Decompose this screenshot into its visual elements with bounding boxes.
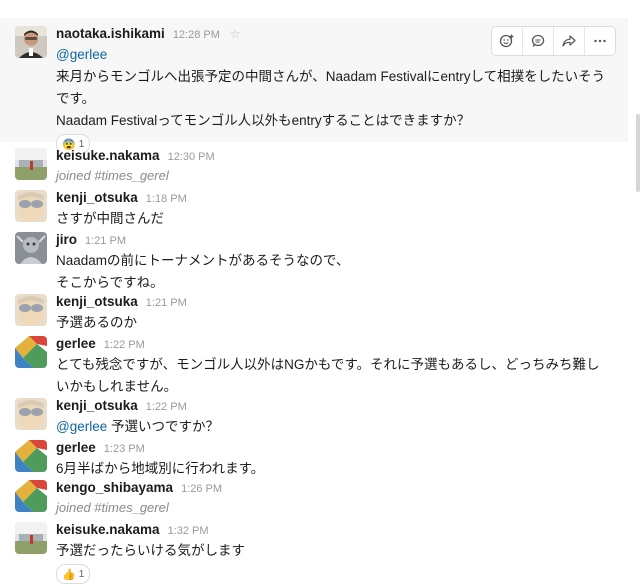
reply-thread-icon[interactable] xyxy=(523,27,554,55)
avatar[interactable] xyxy=(15,336,47,368)
message-text: 予選いつですか？ xyxy=(107,419,219,434)
avatar[interactable] xyxy=(15,148,47,180)
timestamp[interactable]: 1:21 PM xyxy=(85,235,126,247)
message-item[interactable]: gerlee 1:22 PM とても残念ですが、モンゴル人以外はNGかもです。そ… xyxy=(0,332,628,394)
timestamp[interactable]: 1:26 PM xyxy=(181,483,222,495)
author-name[interactable]: kengo_shibayama xyxy=(56,480,173,495)
author-name[interactable]: gerlee xyxy=(56,440,96,455)
message-text: とても残念ですが、モンゴル人以外はNGかもです。それに予選もあるし、どっちみち難… xyxy=(56,357,600,372)
message-text: です。 xyxy=(56,91,96,106)
reaction-count: 1 xyxy=(78,568,85,580)
message-item[interactable]: keisuke.nakama 1:32 PM 予選だったらいける気がします 👍 … xyxy=(0,518,628,584)
user-mention[interactable]: @gerlee xyxy=(56,47,107,62)
thumbs-up-emoji: 👍 xyxy=(62,568,76,581)
message-item[interactable]: kengo_shibayama 1:26 PM joined #times_ge… xyxy=(0,476,628,516)
message-item[interactable]: naotaka.ishikami 12:28 PM ☆ @gerlee 来月から… xyxy=(0,18,628,154)
avatar[interactable] xyxy=(15,440,47,472)
reaction-pill[interactable]: 👍 1 xyxy=(56,564,91,584)
scrollbar-thumb[interactable] xyxy=(636,114,640,192)
author-name[interactable]: kenji_otsuka xyxy=(56,190,138,205)
timestamp[interactable]: 1:22 PM xyxy=(146,401,187,413)
avatar[interactable] xyxy=(15,398,47,430)
message-text: 予選だったらいける気がします xyxy=(56,543,245,558)
avatar[interactable] xyxy=(15,190,47,222)
timestamp[interactable]: 1:23 PM xyxy=(104,443,145,455)
timestamp[interactable]: 1:18 PM xyxy=(146,193,187,205)
system-message: joined #times_gerel xyxy=(56,168,169,183)
avatar[interactable] xyxy=(15,294,47,326)
message-item[interactable]: kenji_otsuka 1:22 PM @gerlee 予選いつですか？ xyxy=(0,394,628,436)
author-name[interactable]: keisuke.nakama xyxy=(56,148,160,163)
message-item[interactable]: kenji_otsuka 1:18 PM さすが中間さんだ xyxy=(0,186,628,228)
system-message: joined #times_gerel xyxy=(56,500,169,515)
message-text: さすが中間さんだ xyxy=(56,211,164,226)
timestamp[interactable]: 1:21 PM xyxy=(146,297,187,309)
timestamp[interactable]: 1:22 PM xyxy=(104,339,145,351)
message-text: 予選あるのか xyxy=(56,315,137,330)
more-actions-icon[interactable] xyxy=(585,27,615,55)
message-actions-bar xyxy=(491,26,616,56)
star-icon[interactable]: ☆ xyxy=(230,27,241,41)
author-name[interactable]: jiro xyxy=(56,232,77,247)
timestamp[interactable]: 12:28 PM xyxy=(173,29,220,41)
message-item[interactable]: keisuke.nakama 12:30 PM joined #times_ge… xyxy=(0,144,628,184)
share-message-icon[interactable] xyxy=(554,27,585,55)
add-reaction-icon[interactable] xyxy=(492,27,523,55)
author-name[interactable]: kenji_otsuka xyxy=(56,398,138,413)
message-item[interactable]: kenji_otsuka 1:21 PM 予選あるのか xyxy=(0,290,628,332)
avatar[interactable] xyxy=(15,232,47,264)
timestamp[interactable]: 1:32 PM xyxy=(168,525,209,537)
author-name[interactable]: gerlee xyxy=(56,336,96,351)
author-name[interactable]: keisuke.nakama xyxy=(56,522,160,537)
timestamp[interactable]: 12:30 PM xyxy=(168,151,215,163)
message-list: naotaka.ishikami 12:28 PM ☆ @gerlee 来月から… xyxy=(0,0,640,584)
message-text: Naadam Festivalってモンゴル人以外もentryすることはできますか… xyxy=(56,113,471,128)
author-name[interactable]: kenji_otsuka xyxy=(56,294,138,309)
avatar[interactable] xyxy=(15,480,47,512)
message-text: 来月からモンゴルへ出張予定の中間さんが、Naadam Festivalにentr… xyxy=(56,69,606,84)
message-item[interactable]: gerlee 1:23 PM 6月半ばから地域別に行われます。 xyxy=(0,436,628,476)
author-name[interactable]: naotaka.ishikami xyxy=(56,26,165,41)
message-item[interactable]: jiro 1:21 PM Naadamの前にトーナメントがあるそうなので、 そこ… xyxy=(0,228,628,290)
avatar[interactable] xyxy=(15,522,47,554)
scrollbar[interactable] xyxy=(634,18,640,580)
message-text: Naadamの前にトーナメントがあるそうなので、 xyxy=(56,253,350,268)
avatar[interactable] xyxy=(15,26,47,58)
user-mention[interactable]: @gerlee xyxy=(56,419,107,434)
